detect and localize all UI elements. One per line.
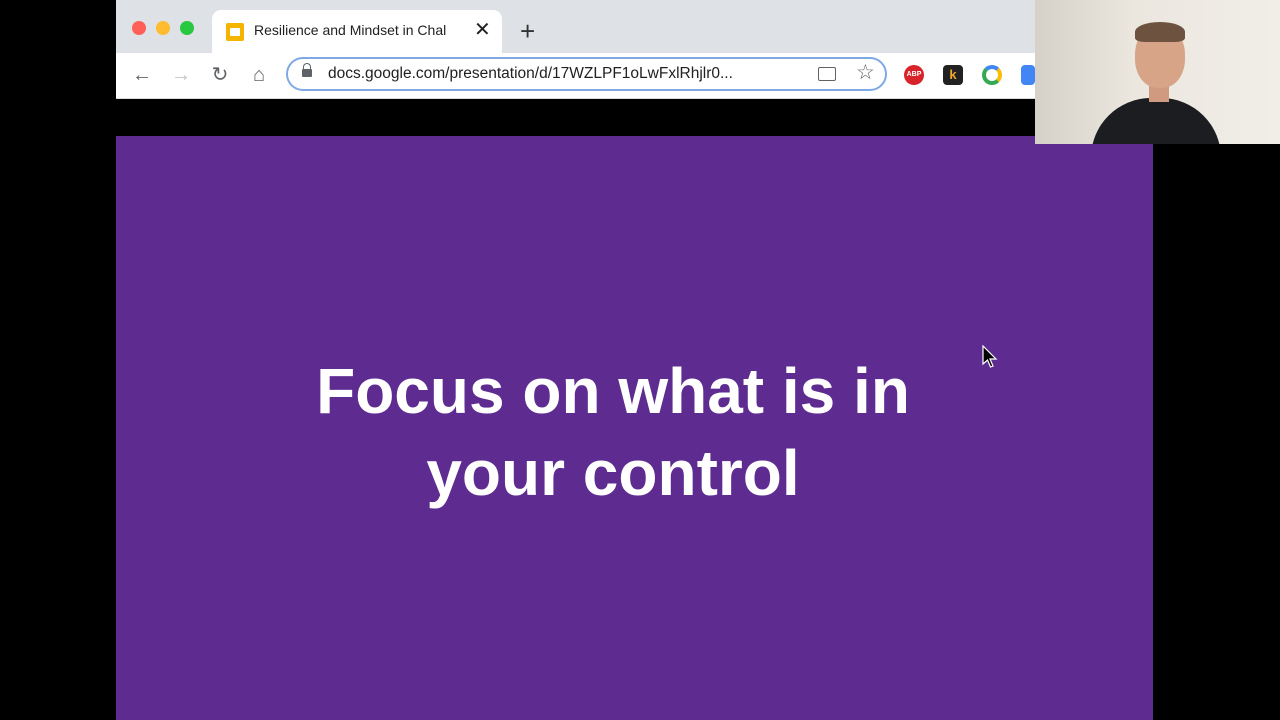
- bookmark-star-icon[interactable]: ☆: [856, 62, 875, 84]
- back-button[interactable]: ←: [129, 62, 155, 88]
- browser-toolbar: ← → ↻ ⌂ docs.google.com/presentation/d/1…: [116, 53, 1035, 99]
- maximize-window-button[interactable]: [180, 21, 194, 35]
- slide-title-line-1: Focus on what is in: [316, 355, 910, 427]
- tab-presentation[interactable]: Resilience and Mindset in Chal ✕: [212, 10, 502, 53]
- close-window-button[interactable]: [132, 21, 146, 35]
- url-text[interactable]: docs.google.com/presentation/d/17WZLPF1o…: [328, 65, 733, 83]
- tab-strip: Resilience and Mindset in Chal ✕ +: [116, 0, 1035, 53]
- presenter-torso: [1091, 98, 1221, 144]
- minimize-window-button[interactable]: [156, 21, 170, 35]
- presentation-slide[interactable]: Focus on what is in your control: [116, 136, 1153, 720]
- reload-button[interactable]: ↻: [207, 62, 233, 88]
- address-bar[interactable]: docs.google.com/presentation/d/17WZLPF1o…: [286, 57, 887, 91]
- slide-title-line-2: your control: [426, 437, 800, 509]
- tab-title: Resilience and Mindset in Chal: [254, 22, 447, 38]
- presenter-webcam: [1035, 0, 1280, 144]
- browser-window: Resilience and Mindset in Chal ✕ + ← → ↻…: [116, 0, 1035, 136]
- new-tab-button[interactable]: +: [520, 17, 535, 45]
- home-button[interactable]: ⌂: [246, 62, 272, 88]
- google-slides-icon: [226, 23, 244, 41]
- circle-extension-icon[interactable]: [982, 65, 1002, 85]
- slide-title: Focus on what is in your control: [116, 350, 1110, 514]
- lock-icon[interactable]: [302, 63, 312, 77]
- k-extension-icon[interactable]: k: [943, 65, 963, 85]
- forward-button[interactable]: →: [168, 62, 194, 88]
- presenter-hair: [1135, 22, 1185, 42]
- close-tab-icon[interactable]: ✕: [474, 19, 491, 41]
- adblock-plus-icon[interactable]: ABP: [904, 65, 924, 85]
- cut-off-extension-icon[interactable]: [1021, 65, 1035, 85]
- mouse-cursor-icon: [982, 345, 998, 368]
- cast-icon[interactable]: [818, 67, 836, 81]
